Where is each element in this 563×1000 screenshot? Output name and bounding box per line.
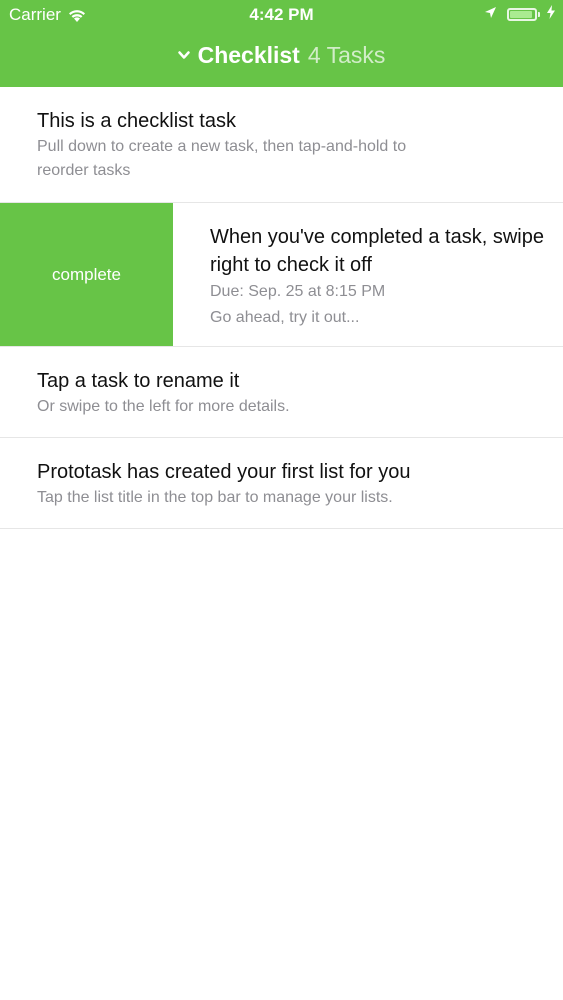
task-title-line: right to check it off <box>210 254 372 276</box>
chevron-down-icon <box>177 51 190 60</box>
list-name: Checklist <box>197 42 300 68</box>
task-row[interactable]: Prototask has created your first list fo… <box>0 438 563 529</box>
task-row[interactable]: This is a checklist task Pull down to cr… <box>0 87 563 203</box>
complete-label: complete <box>52 264 121 284</box>
battery-fill <box>510 11 532 18</box>
task-row[interactable]: complete When you've completed a task, s… <box>0 203 563 347</box>
task-title: Prototask has created your first list fo… <box>37 461 411 483</box>
task-subtitle: Go ahead, try it out... <box>210 309 360 326</box>
task-row[interactable]: Tap a task to rename it Or swipe to the … <box>0 347 563 438</box>
task-subtitle: Or swipe to the left for more details. <box>37 398 290 415</box>
task-subtitle: Tap the list title in the top bar to man… <box>37 489 393 506</box>
battery-icon <box>507 8 540 21</box>
status-right <box>484 5 555 24</box>
task-title: Tap a task to rename it <box>37 370 240 392</box>
list-title-button[interactable]: Checklist 4 Tasks <box>0 42 563 69</box>
screen: Carrier 4:42 PM Checklist 4 Tasks This i… <box>0 0 563 1000</box>
task-list: This is a checklist task Pull down to cr… <box>0 87 563 529</box>
task-content: Prototask has created your first list fo… <box>0 438 563 510</box>
task-title-line: When you've completed a task, swipe <box>210 226 544 248</box>
task-content: Tap a task to rename it Or swipe to the … <box>0 347 563 419</box>
task-count: 4 Tasks <box>307 42 386 68</box>
task-subtitle-line: Pull down to create a new task, then tap… <box>37 138 407 155</box>
task-content: When you've completed a task, swipe righ… <box>173 203 563 331</box>
task-due-date: Due: Sep. 25 at 8:15 PM <box>210 283 386 300</box>
status-time: 4:42 PM <box>249 5 314 24</box>
location-icon <box>484 6 497 24</box>
task-content: This is a checklist task Pull down to cr… <box>0 87 563 183</box>
task-title: This is a checklist task <box>37 110 236 132</box>
status-bar: Carrier 4:42 PM <box>0 0 563 30</box>
complete-swipe-action[interactable]: complete <box>0 203 173 346</box>
charging-icon <box>547 5 555 24</box>
task-subtitle-line: reorder tasks <box>37 162 131 179</box>
header: Carrier 4:42 PM Checklist 4 Tasks <box>0 0 563 87</box>
